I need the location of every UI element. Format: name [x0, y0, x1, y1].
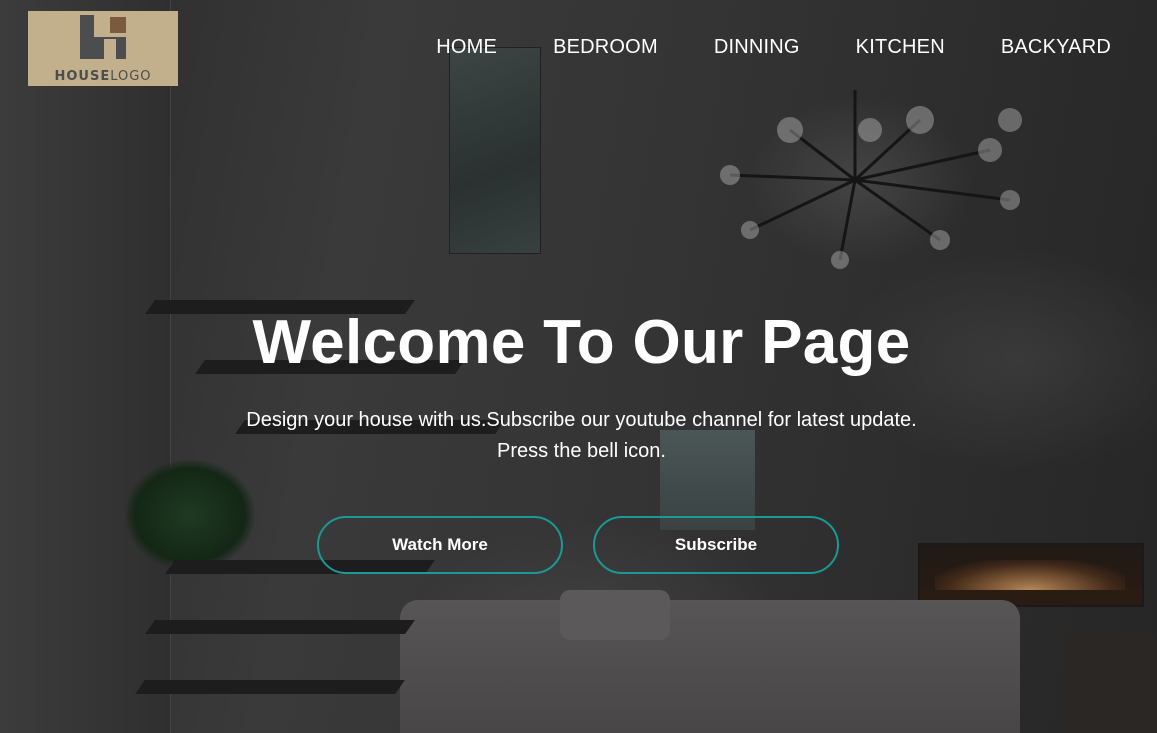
logo-text-bold: HOUSE: [54, 69, 111, 84]
hero-content: Welcome To Our Page Design your house wi…: [0, 305, 1157, 467]
background-stair-step: [145, 620, 415, 634]
background-plant: [125, 460, 255, 570]
site-logo[interactable]: HOUSELOGO: [28, 11, 178, 86]
nav-item-dinning[interactable]: DINNING: [714, 36, 800, 59]
hero-subtitle-line-1: Design your house with us.Subscribe our …: [246, 409, 917, 431]
background-fire: [935, 560, 1125, 590]
nav-item-home[interactable]: HOME: [436, 36, 497, 59]
background-fireplace: [918, 543, 1144, 607]
background-cushion: [560, 590, 670, 640]
logo-mark-icon: [80, 15, 126, 61]
hero-section: HOUSELOGO HOME BEDROOM DINNING KITCHEN B…: [0, 0, 1157, 733]
nav-item-bedroom[interactable]: BEDROOM: [553, 36, 658, 59]
background-sofa: [400, 600, 1020, 733]
background-chair: [1062, 632, 1157, 733]
subscribe-button[interactable]: Subscribe: [593, 516, 839, 574]
background-chandelier: [720, 90, 1022, 269]
hero-subtitle-line-2: Press the bell icon.: [497, 440, 666, 462]
watch-more-button[interactable]: Watch More: [317, 516, 563, 574]
hero-buttons: Watch More Subscribe: [317, 516, 839, 574]
page-title: Welcome To Our Page: [252, 308, 911, 377]
logo-text: HOUSELOGO: [54, 69, 151, 84]
hero-subtitle: Design your house with us.Subscribe our …: [232, 405, 932, 467]
background-stair-step: [135, 680, 405, 694]
background-painting: [450, 48, 540, 253]
nav-item-backyard[interactable]: BACKYARD: [1001, 36, 1111, 59]
logo-text-regular: LOGO: [110, 69, 152, 84]
nav-item-kitchen[interactable]: KITCHEN: [856, 36, 945, 59]
main-nav: HOME BEDROOM DINNING KITCHEN BACKYARD: [380, 36, 1111, 59]
